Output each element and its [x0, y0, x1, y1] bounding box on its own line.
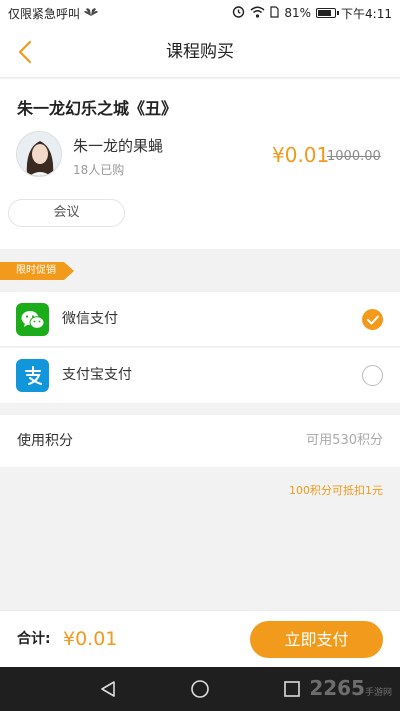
- points-row[interactable]: 使用积分 可用530积分: [0, 415, 400, 467]
- current-price: ¥0.01: [272, 143, 330, 167]
- wechat-pay-icon: [16, 303, 49, 336]
- course-card: 朱一龙幻乐之城《丑》 朱一龙的果蝇 18人已购 ¥0.01 1000.00 会议: [0, 79, 400, 249]
- payment-option-alipay[interactable]: 支付宝支付: [0, 348, 400, 403]
- pay-now-button[interactable]: 立即支付: [250, 621, 383, 658]
- carrier-text: 仅限紧急呼叫: [8, 6, 81, 21]
- huawei-logo-icon: [84, 6, 99, 20]
- points-available: 可用530积分: [306, 433, 383, 448]
- battery-percent: 81%: [284, 6, 312, 20]
- watermark-sub: 手游网: [364, 688, 392, 698]
- chevron-left-icon: [18, 40, 32, 64]
- checkmark-icon[interactable]: [362, 309, 383, 330]
- home-circle-icon[interactable]: [189, 678, 211, 700]
- status-left: 仅限紧急呼叫: [8, 5, 99, 22]
- sim-icon: [270, 5, 279, 21]
- checkout-bar: 合计: ¥0.01 立即支付: [0, 610, 400, 667]
- radio-unchecked-icon[interactable]: [362, 365, 383, 386]
- payment-option-wechat[interactable]: 微信支付: [0, 292, 400, 347]
- points-note: 100积分可抵扣1元: [289, 484, 383, 497]
- wifi-icon: [250, 6, 265, 21]
- payment-label-wechat: 微信支付: [62, 311, 118, 327]
- course-title: 朱一龙幻乐之城《丑》: [17, 99, 178, 118]
- alarm-icon: [232, 5, 245, 21]
- alipay-icon: [16, 359, 49, 392]
- points-label: 使用积分: [17, 433, 73, 449]
- avatar: [16, 131, 62, 177]
- payment-label-alipay: 支付宝支付: [62, 367, 132, 383]
- total-amount: ¥0.01: [63, 628, 118, 650]
- status-bar: 仅限紧急呼叫 81% 下午4:11: [0, 0, 400, 26]
- recents-square-icon[interactable]: [281, 678, 303, 700]
- watermark-text: 2265: [309, 676, 365, 700]
- course-tag[interactable]: 会议: [8, 199, 125, 227]
- nav-bar: 课程购买: [0, 26, 400, 78]
- status-time: 下午4:11: [341, 6, 392, 21]
- teacher-name: 朱一龙的果蝇: [73, 137, 164, 155]
- battery-icon: [316, 8, 340, 18]
- promo-ribbon: 限时促销: [0, 262, 74, 280]
- back-button[interactable]: [10, 36, 40, 68]
- buyer-count: 18人已购: [73, 163, 125, 177]
- back-triangle-icon[interactable]: [97, 678, 119, 700]
- original-price: 1000.00: [327, 149, 381, 164]
- total-label: 合计:: [17, 631, 51, 647]
- page-title: 课程购买: [166, 42, 234, 62]
- status-right: 81% 下午4:11: [232, 5, 392, 22]
- watermark: 2265手游网: [309, 676, 392, 700]
